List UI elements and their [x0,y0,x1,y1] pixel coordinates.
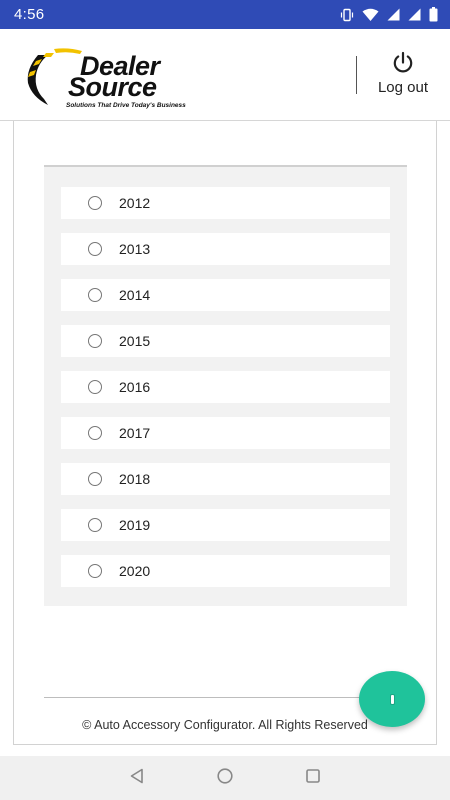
logo-tagline: Solutions That Drive Today's Business [66,102,186,109]
radio-button[interactable] [88,380,102,394]
status-time: 4:56 [14,6,45,23]
status-icons [340,7,438,22]
year-label: 2020 [119,563,151,579]
year-label: 2016 [119,379,151,395]
year-option-2013[interactable]: 2013 [61,233,390,265]
footer-divider [44,697,407,698]
year-option-2014[interactable]: 2014 [61,279,390,311]
year-label: 2012 [119,195,151,211]
year-label: 2019 [119,517,151,533]
radio-button[interactable] [88,472,102,486]
year-option-2018[interactable]: 2018 [61,463,390,495]
year-option-2012[interactable]: 2012 [61,187,390,219]
battery-icon [429,7,438,22]
signal-icon [408,8,421,21]
power-icon [391,51,415,75]
radio-button[interactable] [88,288,102,302]
radio-button[interactable] [88,196,102,210]
year-label: 2017 [119,425,151,441]
signal-icon [387,8,400,21]
header-divider [356,56,357,94]
fab-glyph-icon [390,694,394,704]
logo-text-line2: Source [68,72,157,102]
year-label: 2014 [119,287,151,303]
back-icon[interactable] [128,767,146,790]
home-icon[interactable] [216,767,234,790]
floating-action-button[interactable] [359,671,425,727]
recents-icon[interactable] [304,767,322,790]
logout-label: Log out [377,79,429,96]
year-option-2015[interactable]: 2015 [61,325,390,357]
radio-button[interactable] [88,564,102,578]
year-option-2020[interactable]: 2020 [61,555,390,587]
app-header: Dealer Source Solutions That Drive Today… [0,29,450,121]
radio-button[interactable] [88,518,102,532]
dealer-source-logo: Dealer Source Solutions That Drive Today… [24,45,214,109]
system-nav-bar [0,756,450,800]
status-bar: 4:56 [0,0,450,29]
year-label: 2015 [119,333,151,349]
radio-button[interactable] [88,334,102,348]
radio-button[interactable] [88,426,102,440]
logout-button[interactable]: Log out [368,51,438,101]
wifi-icon [362,8,379,22]
year-selection-panel: 2012 2013 2014 2015 2016 2017 2018 2019 … [44,165,407,606]
year-label: 2018 [119,471,151,487]
vibrate-icon [340,8,354,22]
year-option-2019[interactable]: 2019 [61,509,390,541]
year-label: 2013 [119,241,151,257]
year-option-2016[interactable]: 2016 [61,371,390,403]
radio-button[interactable] [88,242,102,256]
year-option-2017[interactable]: 2017 [61,417,390,449]
